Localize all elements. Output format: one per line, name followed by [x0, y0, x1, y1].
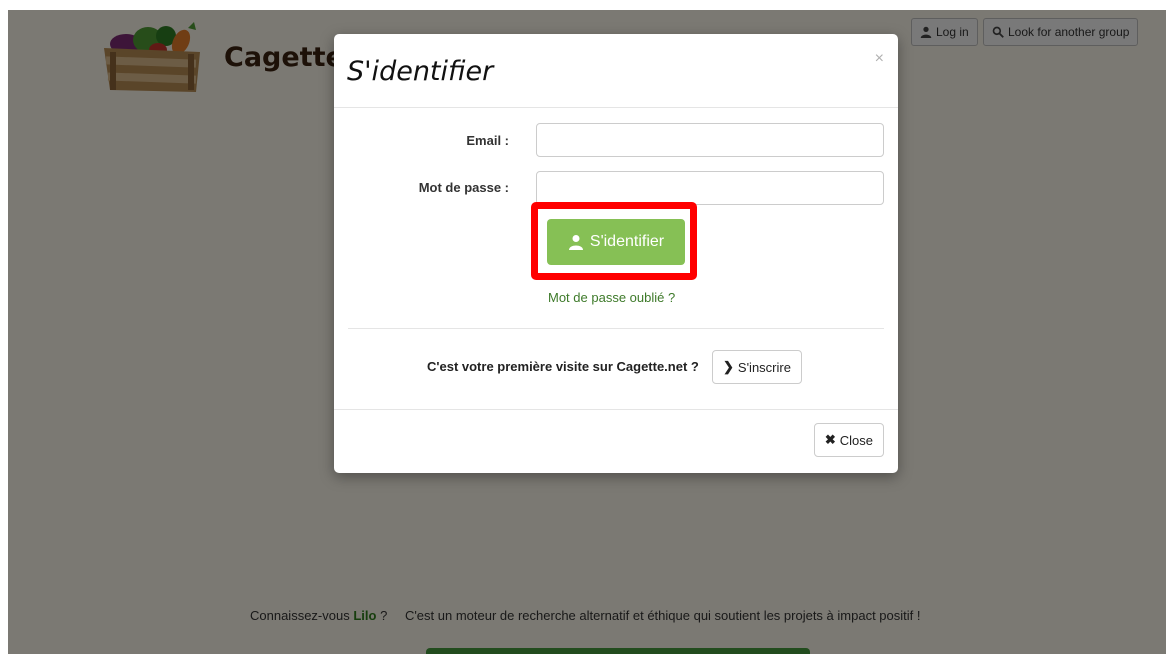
close-label: Close	[839, 432, 873, 448]
close-icon: ✖	[824, 432, 836, 447]
first-visit-text: C'est votre première visite sur Cagette.…	[427, 359, 699, 374]
user-icon	[568, 235, 583, 250]
modal-header-divider	[334, 107, 898, 108]
modal-section-divider	[348, 328, 884, 329]
submit-login-button[interactable]: S'identifier	[547, 219, 685, 265]
email-field[interactable]	[536, 123, 884, 157]
forgot-password-link[interactable]: Mot de passe oublié ?	[548, 290, 675, 305]
password-field[interactable]	[536, 171, 884, 205]
email-label: Email :	[466, 133, 509, 148]
signup-label: S'inscrire	[737, 359, 791, 375]
signup-button[interactable]: ❯ S'inscrire	[712, 350, 802, 384]
submit-login-label: S'identifier	[589, 233, 665, 250]
modal-title: S'identifier	[347, 56, 494, 87]
chevron-right-icon: ❯	[723, 359, 734, 374]
modal-footer-divider	[334, 409, 898, 410]
close-button[interactable]: ✖ Close	[813, 423, 884, 457]
login-modal: S'identifier × Email : Mot de passe : S'…	[334, 34, 898, 473]
password-label: Mot de passe :	[418, 180, 509, 195]
modal-close-x-icon[interactable]: ×	[875, 50, 884, 68]
